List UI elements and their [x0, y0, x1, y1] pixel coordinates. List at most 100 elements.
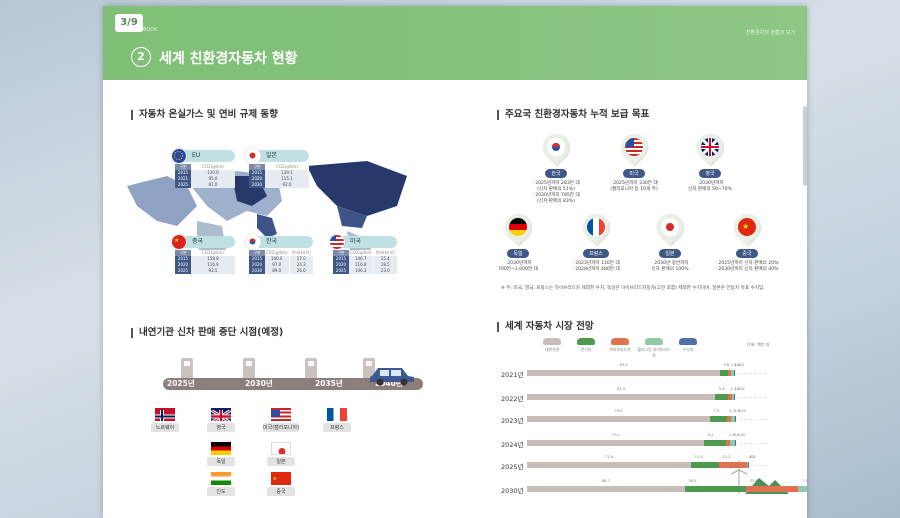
- svg-text:★: ★: [174, 237, 179, 244]
- country-china: ★ 중국: [267, 472, 295, 496]
- cell: 140.0: [265, 256, 289, 262]
- cell: 2015: [249, 170, 265, 176]
- target-korea: 한국 · 2025년까지 283만 대 (신차 판매의 51%) · 2030년…: [511, 128, 601, 205]
- col-header: CO2(g/km): [191, 250, 235, 256]
- col-header: 구분: [333, 250, 349, 256]
- cell: 146.7: [349, 256, 373, 262]
- cell: 139.1: [265, 170, 309, 176]
- map-pin-icon: [651, 208, 689, 246]
- col-header: 구분: [175, 250, 191, 256]
- japan-flag-icon: [245, 148, 261, 164]
- country-japan: 일본: [267, 442, 295, 466]
- korea-flag-icon: [547, 138, 565, 156]
- country-norway: 노르웨이: [151, 408, 179, 432]
- country-france: 프랑스: [323, 408, 351, 432]
- japan-flag-icon: [661, 218, 679, 236]
- bar-value-label: 12.2: [722, 455, 731, 459]
- target-desc: · 2030년까지 신차 판매의 50~70%: [665, 181, 755, 193]
- region-table-china: 구분 CO2(g/km) 2015 158.8 2020 116.9 2025 93.5: [175, 250, 235, 274]
- bar-segment: [734, 394, 736, 400]
- col-header: 연비(km/l): [289, 250, 313, 256]
- target-desc: · 2030년까지 700만~1,000만 대: [473, 261, 563, 273]
- stacked-bar: [527, 370, 736, 376]
- page-header: 3/9 BOOK 친환경차의 현황과 보기 2 세계 친환경자동차 현황: [103, 6, 807, 80]
- year-label: 2030년: [501, 487, 524, 495]
- map-pin-icon: [691, 128, 729, 166]
- bar-value-label: 79.5: [614, 409, 623, 413]
- france-flag-icon: [587, 218, 605, 236]
- legend-label: 하이브리드차: [609, 347, 631, 352]
- bar-segment: [527, 394, 716, 400]
- cell: 116.9: [191, 262, 235, 268]
- car-icon: [679, 338, 697, 345]
- target-country-label: 미국: [623, 169, 645, 178]
- target-china: ★ 중국 · 2025년까지 신차 판매의 20% · 2030년까지 신차 판…: [699, 208, 795, 273]
- bar-value-label: 11.9: [694, 455, 703, 459]
- usa-flag-icon: [329, 234, 345, 250]
- targets-title: 주요국 친환경자동차 누적 보급 목표: [497, 110, 649, 120]
- fuel-pump-icon: [243, 358, 255, 378]
- japan-flag-icon: [271, 442, 291, 455]
- bar-segment: [527, 486, 685, 492]
- bar-segment: [735, 416, 737, 422]
- target-country-label: 영국: [699, 169, 721, 178]
- cell: 15.4: [373, 256, 397, 262]
- scrollbar[interactable]: [803, 106, 807, 186]
- col-header: 구분: [175, 164, 191, 170]
- year-label: 2021년: [501, 371, 524, 379]
- map-pin-icon: [537, 128, 575, 166]
- cell: 130.0: [191, 170, 235, 176]
- country-uk: 영국: [207, 408, 235, 432]
- col-header: 구분: [249, 164, 265, 170]
- target-desc-line: 신차 판매의 50~70%: [688, 187, 732, 192]
- germany-flag-icon: [509, 218, 527, 236]
- bar-value-label: 0.02: [736, 387, 745, 391]
- country-label: 일본: [267, 457, 295, 466]
- cell: 95.0: [191, 176, 235, 182]
- chart-unit: 단위: 백만 대: [747, 342, 770, 347]
- china-flag-icon: ★: [271, 472, 291, 485]
- legend-item: 플러그인 하이브리드차: [637, 338, 671, 359]
- bar-value-label: 0.03: [737, 409, 746, 413]
- col-header: 연비(km/l): [373, 250, 397, 256]
- region-header-usa: 미국: [329, 234, 397, 250]
- bar-value-label: 0.05: [737, 433, 746, 437]
- region-header-eu: EU: [171, 148, 235, 164]
- map-pin-icon: ★: [728, 208, 766, 246]
- stacked-bar: [527, 440, 736, 446]
- region-card-usa: 미국 구분 CO2(g/km) 연비(km/l) 2015 146.7 15.4 202…: [329, 234, 397, 274]
- car-icon: [370, 368, 414, 386]
- legend-item: 하이브리드차: [603, 338, 637, 359]
- cell: 81.0: [191, 182, 235, 188]
- cell: 2020: [249, 176, 265, 182]
- bar-value-label: 71.4: [605, 455, 614, 459]
- region-name: 일본: [266, 152, 278, 159]
- bar-value-label: 26.5: [688, 479, 697, 483]
- phaseout-title: 내연기관 신차 판매 중단 시점(예정): [131, 328, 283, 338]
- bar-segment: [719, 370, 729, 376]
- col-header: CO2(g/km): [265, 250, 289, 256]
- timeline-year: 2025년: [167, 379, 195, 388]
- bar-value-label: 81.9: [617, 387, 626, 391]
- year-label: 2024년: [501, 441, 524, 449]
- map-pin-icon: [577, 208, 615, 246]
- cell: 2020: [175, 262, 191, 268]
- cell: 23.0: [373, 268, 397, 274]
- bar-segment: [527, 462, 692, 468]
- cell: 158.8: [191, 256, 235, 262]
- section-title: 세계 친환경자동차 현황: [159, 51, 298, 67]
- col-header: CO2(g/km): [191, 164, 235, 170]
- target-country-label: 일본: [659, 249, 681, 258]
- cell: 115.1: [265, 176, 309, 182]
- region-table-japan: 구분 CO2(g/km) 2015 139.1 2020 115.1 2030 92.0: [249, 164, 309, 188]
- target-germany: 독일 · 2030년까지 700만~1,000만 대: [473, 208, 563, 273]
- bar-value-label: 77.0: [611, 433, 620, 437]
- bar-segment: [527, 370, 720, 376]
- region-card-japan: 일본 구분 CO2(g/km) 2015 139.1 2020 115.1 2030 9…: [245, 148, 309, 188]
- cell: 116.8: [349, 262, 373, 268]
- target-country-label: 프랑스: [583, 249, 609, 258]
- stacked-bar: [527, 394, 736, 400]
- col-header: CO2(g/km): [265, 164, 309, 170]
- cell: 2020: [249, 262, 265, 268]
- bar-segment: [718, 462, 747, 468]
